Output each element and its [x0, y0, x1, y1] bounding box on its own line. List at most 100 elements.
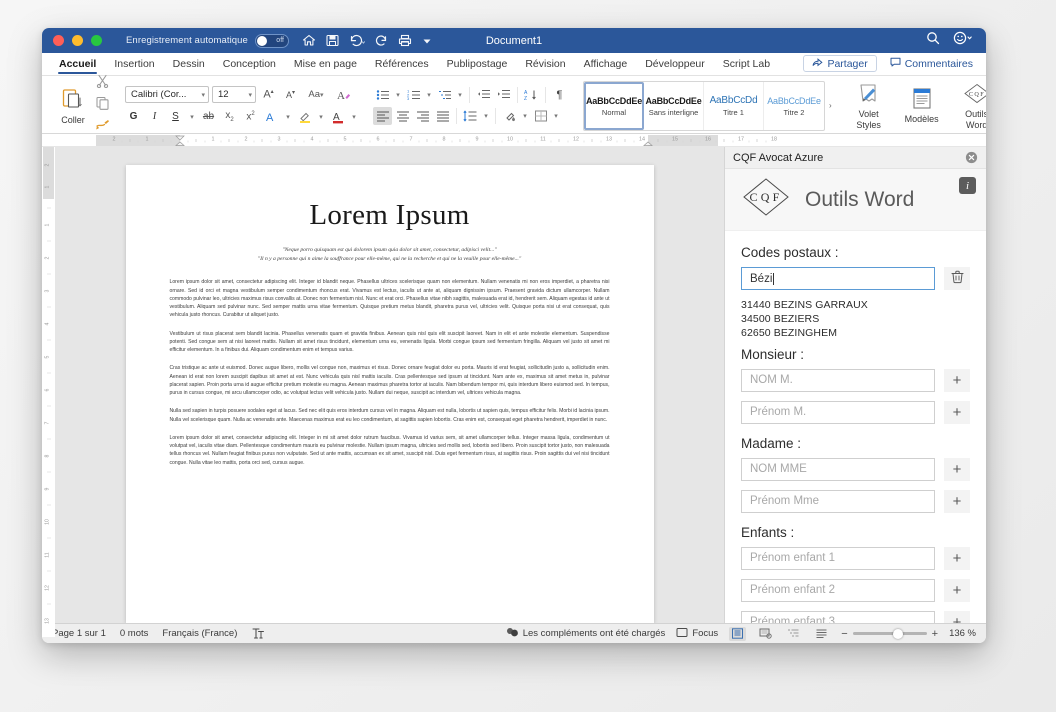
shading-icon[interactable] — [500, 107, 519, 125]
info-icon[interactable]: i — [959, 177, 976, 194]
postal-result-item[interactable]: 31440 BEZINS GARRAUX — [741, 299, 970, 313]
insert-madame-nom-button[interactable]: + — [944, 458, 970, 481]
clear-postal-code-button[interactable] — [944, 267, 970, 290]
multilevel-list-icon[interactable] — [435, 86, 454, 104]
styles-gallery[interactable]: AaBbCcDdEe Normal AaBbCcDdEe Sans interl… — [583, 81, 825, 131]
align-right-icon[interactable] — [413, 107, 432, 125]
style-normal[interactable]: AaBbCcDdEe Normal — [584, 82, 644, 130]
shading-dropdown-icon[interactable]: ▾ — [520, 107, 530, 125]
tab-publipostage[interactable]: Publipostage — [438, 53, 517, 75]
enfant-1-input[interactable]: Prénom enfant 1 — [741, 547, 935, 570]
addins-status[interactable]: Les compléments ont été chargés — [506, 626, 666, 641]
numbered-list-icon[interactable]: 123 — [404, 86, 423, 104]
zoom-slider[interactable]: − + — [841, 628, 938, 640]
draft-view-button[interactable] — [813, 627, 830, 641]
page-indicator[interactable]: Page 1 sur 1 — [52, 628, 106, 639]
word-tools-button[interactable]: CQF Outils Word — [956, 82, 986, 130]
maximize-window-button[interactable] — [91, 35, 102, 46]
insert-enfant-1-button[interactable]: + — [944, 547, 970, 570]
undo-icon[interactable] — [349, 34, 365, 47]
strikethrough-icon[interactable]: ab — [199, 108, 218, 126]
style-titre-1[interactable]: AaBbCcDd Titre 1 — [704, 82, 764, 130]
cut-icon[interactable] — [95, 74, 110, 93]
postal-code-input[interactable]: Bézi — [741, 267, 935, 290]
highlight-dropdown-icon[interactable]: ▾ — [316, 108, 326, 126]
line-spacing-dropdown-icon[interactable]: ▾ — [481, 107, 491, 125]
change-case-icon[interactable]: Aa▾ — [303, 86, 329, 104]
clipboard-small-buttons[interactable] — [93, 74, 110, 137]
justify-icon[interactable] — [433, 107, 452, 125]
paste-button[interactable]: Coller — [53, 87, 93, 125]
tab-insertion[interactable]: Insertion — [105, 53, 163, 75]
proofing-icon[interactable] — [251, 627, 265, 640]
tab-developpeur[interactable]: Développeur — [636, 53, 714, 75]
font-size-combo[interactable]: 12 ▾ — [212, 86, 256, 103]
enfant-3-input[interactable]: Prénom enfant 3 — [741, 611, 935, 623]
zoom-handle[interactable] — [893, 629, 903, 639]
ribbon-tabs[interactable]: Accueil Insertion Dessin Conception Mise… — [42, 53, 986, 76]
underline-dropdown-icon[interactable]: ▾ — [187, 108, 197, 126]
postal-result-item[interactable]: 62650 BEZINGHEM — [741, 327, 970, 341]
decrease-font-size-icon[interactable]: A▾ — [281, 86, 300, 104]
zoom-track[interactable] — [853, 632, 927, 635]
align-left-icon[interactable] — [373, 107, 392, 125]
borders-dropdown-icon[interactable]: ▾ — [551, 107, 561, 125]
minimize-window-button[interactable] — [72, 35, 83, 46]
autosave-control[interactable]: Enregistrement automatique off — [126, 34, 289, 48]
print-layout-view-button[interactable] — [729, 627, 746, 641]
madame-prenom-input[interactable]: Prénom Mme — [741, 490, 935, 513]
language-indicator[interactable]: Français (France) — [162, 628, 237, 639]
zoom-out-button[interactable]: − — [841, 628, 847, 640]
enfant-2-input[interactable]: Prénom enfant 2 — [741, 579, 935, 602]
share-button[interactable]: Partager — [803, 55, 876, 72]
tab-accueil[interactable]: Accueil — [50, 53, 105, 75]
font-color-dropdown-icon[interactable]: ▾ — [349, 108, 359, 126]
document-page[interactable]: Lorem Ipsum "Neque porro quisquam est qu… — [126, 165, 654, 623]
insert-monsieur-prenom-button[interactable]: + — [944, 401, 970, 424]
tab-dessin[interactable]: Dessin — [164, 53, 214, 75]
superscript-icon[interactable]: x2 — [241, 108, 260, 126]
horizontal-ruler[interactable]: 21 123 456 789 101112 131415 161718 — [42, 134, 986, 147]
close-window-button[interactable] — [53, 35, 64, 46]
clear-formatting-icon[interactable]: A — [332, 86, 358, 104]
quick-access-toolbar[interactable] — [302, 34, 432, 47]
increase-font-size-icon[interactable]: A▴ — [259, 86, 278, 104]
text-effects-dropdown-icon[interactable]: ▾ — [283, 108, 293, 126]
styles-pane-button[interactable]: Volet Styles — [850, 82, 888, 130]
underline-button[interactable]: S — [166, 108, 185, 126]
borders-icon[interactable] — [531, 107, 550, 125]
word-count[interactable]: 0 mots — [120, 628, 149, 639]
close-icon[interactable] — [965, 151, 978, 164]
titlebar-right-controls[interactable] — [926, 31, 986, 50]
align-center-icon[interactable] — [393, 107, 412, 125]
decrease-indent-icon[interactable] — [474, 86, 493, 104]
save-icon[interactable] — [326, 34, 339, 47]
italic-button[interactable]: I — [145, 108, 164, 126]
tab-script-lab[interactable]: Script Lab — [714, 53, 779, 75]
window-controls[interactable] — [42, 35, 102, 46]
subscript-icon[interactable]: x2 — [220, 108, 239, 126]
increase-indent-icon[interactable] — [494, 86, 513, 104]
font-name-combo[interactable]: Calibri (Cor... ▾ — [125, 86, 209, 103]
madame-nom-input[interactable]: NOM MME — [741, 458, 935, 481]
insert-enfant-2-button[interactable]: + — [944, 579, 970, 602]
focus-button[interactable]: Focus — [676, 627, 718, 641]
line-spacing-icon[interactable] — [461, 107, 480, 125]
text-effects-icon[interactable]: A — [262, 108, 281, 126]
insert-madame-prenom-button[interactable]: + — [944, 490, 970, 513]
zoom-in-button[interactable]: + — [932, 628, 938, 640]
document-scroll-area[interactable]: Lorem Ipsum "Neque porro quisquam est qu… — [55, 147, 724, 623]
redo-icon[interactable] — [375, 34, 388, 47]
numbered-dropdown-icon[interactable]: ▾ — [424, 86, 434, 104]
style-sans-interligne[interactable]: AaBbCcDdEe Sans interligne — [644, 82, 704, 130]
multilevel-dropdown-icon[interactable]: ▾ — [455, 86, 465, 104]
tab-mise-en-page[interactable]: Mise en page — [285, 53, 366, 75]
tab-references[interactable]: Références — [366, 53, 438, 75]
monsieur-nom-input[interactable]: NOM M. — [741, 369, 935, 392]
autosave-toggle[interactable]: off — [255, 34, 289, 48]
home-icon[interactable] — [302, 34, 316, 47]
templates-button[interactable]: Modèles — [902, 87, 942, 124]
vertical-ruler[interactable]: 2 1 1 2 3 4 5 6 7 8 9 10 11 12 13 — [42, 147, 55, 623]
print-icon[interactable] — [398, 34, 412, 47]
tab-conception[interactable]: Conception — [214, 53, 285, 75]
